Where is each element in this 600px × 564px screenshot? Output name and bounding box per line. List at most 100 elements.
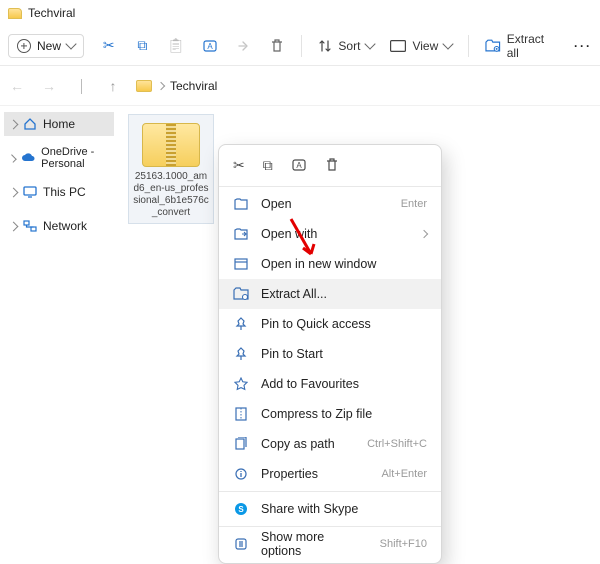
ctx-label: Open xyxy=(261,197,389,211)
ctx-copy-as-path[interactable]: Copy as path Ctrl+Shift+C xyxy=(219,429,441,459)
sort-label: Sort xyxy=(338,39,360,53)
sidebar-item-label: Network xyxy=(43,219,87,233)
breadcrumb[interactable]: Techviral xyxy=(136,79,217,93)
forward-button[interactable]: → xyxy=(40,78,58,94)
folder-icon xyxy=(8,8,22,19)
ctx-hint: Shift+F10 xyxy=(380,538,427,550)
chevron-right-icon xyxy=(8,154,17,163)
chevron-down-icon xyxy=(365,38,376,49)
sidebar-item-network[interactable]: Network xyxy=(4,214,114,238)
pin-icon xyxy=(233,317,249,331)
divider xyxy=(468,35,469,57)
command-bar: New ✂ ⧉ 📋︎ A Sort View Extract all ··· xyxy=(0,26,600,66)
svg-text:A: A xyxy=(207,42,213,51)
ctx-compress-zip[interactable]: Compress to Zip file xyxy=(219,399,441,429)
view-label: View xyxy=(412,39,438,53)
title-bar: Techviral xyxy=(0,0,600,26)
copy-icon[interactable]: ⧉ xyxy=(134,37,152,55)
ctx-label: Show more options xyxy=(261,530,368,558)
network-icon xyxy=(23,219,37,233)
sidebar-item-onedrive[interactable]: OneDrive - Personal xyxy=(4,146,114,170)
sidebar-item-label: OneDrive - Personal xyxy=(41,146,110,170)
copy-icon[interactable]: ⧉ xyxy=(263,157,273,176)
separator xyxy=(219,526,441,527)
ctx-properties[interactable]: Properties Alt+Enter xyxy=(219,459,441,489)
rename-icon[interactable]: A xyxy=(291,157,307,176)
ctx-pin-start[interactable]: Pin to Start xyxy=(219,339,441,369)
ctx-show-more-options[interactable]: Show more options Shift+F10 xyxy=(219,529,441,559)
up-button[interactable]: ↑ xyxy=(104,78,122,94)
back-button[interactable]: ← xyxy=(8,78,26,94)
sidebar-item-thispc[interactable]: This PC xyxy=(4,180,114,204)
cut-icon[interactable]: ✂ xyxy=(233,157,245,176)
extract-icon xyxy=(233,287,249,301)
navigation-bar: ← → ↑ Techviral xyxy=(0,66,600,106)
plus-circle-icon xyxy=(17,39,31,53)
chevron-right-icon xyxy=(157,81,165,89)
view-button[interactable]: View xyxy=(390,39,452,53)
ctx-hint: Enter xyxy=(401,198,427,210)
chevron-down-icon xyxy=(65,38,76,49)
svg-text:S: S xyxy=(238,505,244,514)
separator xyxy=(219,186,441,187)
ctx-label: Add to Favourites xyxy=(261,377,427,391)
pin-start-icon xyxy=(233,347,249,361)
context-menu-quick-actions: ✂ ⧉ A xyxy=(219,149,441,184)
home-icon xyxy=(23,117,37,131)
recent-chevron[interactable] xyxy=(72,79,90,93)
new-window-icon xyxy=(233,258,249,270)
share-icon[interactable] xyxy=(234,37,252,55)
ctx-hint: Ctrl+Shift+C xyxy=(367,438,427,450)
ctx-label: Copy as path xyxy=(261,437,355,451)
file-item-zip[interactable]: 25163.1000_amd6_en-us_professional_6b1e5… xyxy=(128,114,214,224)
chevron-right-icon xyxy=(9,221,19,231)
ctx-label: Pin to Quick access xyxy=(261,317,427,331)
cut-icon[interactable]: ✂ xyxy=(100,37,118,55)
delete-icon[interactable] xyxy=(268,37,286,55)
chevron-right-icon xyxy=(9,187,19,197)
ctx-label: Open with xyxy=(261,227,409,241)
new-button-label: New xyxy=(37,39,61,53)
sort-icon xyxy=(318,39,332,53)
divider xyxy=(301,35,302,57)
sidebar-item-label: This PC xyxy=(43,185,86,199)
more-button[interactable]: ··· xyxy=(574,39,592,53)
extract-all-label: Extract all xyxy=(507,32,558,60)
ctx-open[interactable]: Open Enter xyxy=(219,189,441,219)
more-icon xyxy=(233,537,249,551)
separator xyxy=(219,491,441,492)
breadcrumb-current: Techviral xyxy=(170,79,217,93)
chevron-right-icon xyxy=(420,230,428,238)
extract-all-button[interactable]: Extract all xyxy=(485,32,558,60)
sort-button[interactable]: Sort xyxy=(318,39,374,53)
open-with-icon xyxy=(233,228,249,240)
chevron-right-icon xyxy=(9,119,19,129)
paste-icon[interactable]: 📋︎ xyxy=(167,37,185,55)
sidebar-item-home[interactable]: Home xyxy=(4,112,114,136)
ctx-label: Compress to Zip file xyxy=(261,407,427,421)
star-icon xyxy=(233,377,249,391)
monitor-icon xyxy=(23,185,37,199)
delete-icon[interactable] xyxy=(325,157,339,176)
ctx-label: Properties xyxy=(261,467,369,481)
ctx-label: Open in new window xyxy=(261,257,427,271)
zip-folder-icon xyxy=(142,123,200,167)
sidebar: Home OneDrive - Personal This PC Network xyxy=(0,106,118,522)
new-button[interactable]: New xyxy=(8,34,84,58)
window-title: Techviral xyxy=(28,6,75,20)
svg-text:A: A xyxy=(296,161,302,170)
ctx-add-favourites[interactable]: Add to Favourites xyxy=(219,369,441,399)
ctx-extract-all[interactable]: Extract All... xyxy=(219,279,441,309)
ctx-open-new-window[interactable]: Open in new window xyxy=(219,249,441,279)
ctx-open-with[interactable]: Open with xyxy=(219,219,441,249)
ctx-label: Pin to Start xyxy=(261,347,427,361)
copypath-icon xyxy=(233,437,249,451)
ctx-label: Share with Skype xyxy=(261,502,427,516)
ctx-share-skype[interactable]: S Share with Skype xyxy=(219,494,441,524)
ctx-pin-quick-access[interactable]: Pin to Quick access xyxy=(219,309,441,339)
properties-icon xyxy=(233,467,249,481)
extract-all-icon xyxy=(485,39,501,53)
ctx-hint: Alt+Enter xyxy=(381,468,427,480)
rename-icon[interactable]: A xyxy=(201,37,219,55)
file-name: 25163.1000_amd6_en-us_professional_6b1e5… xyxy=(133,171,209,219)
